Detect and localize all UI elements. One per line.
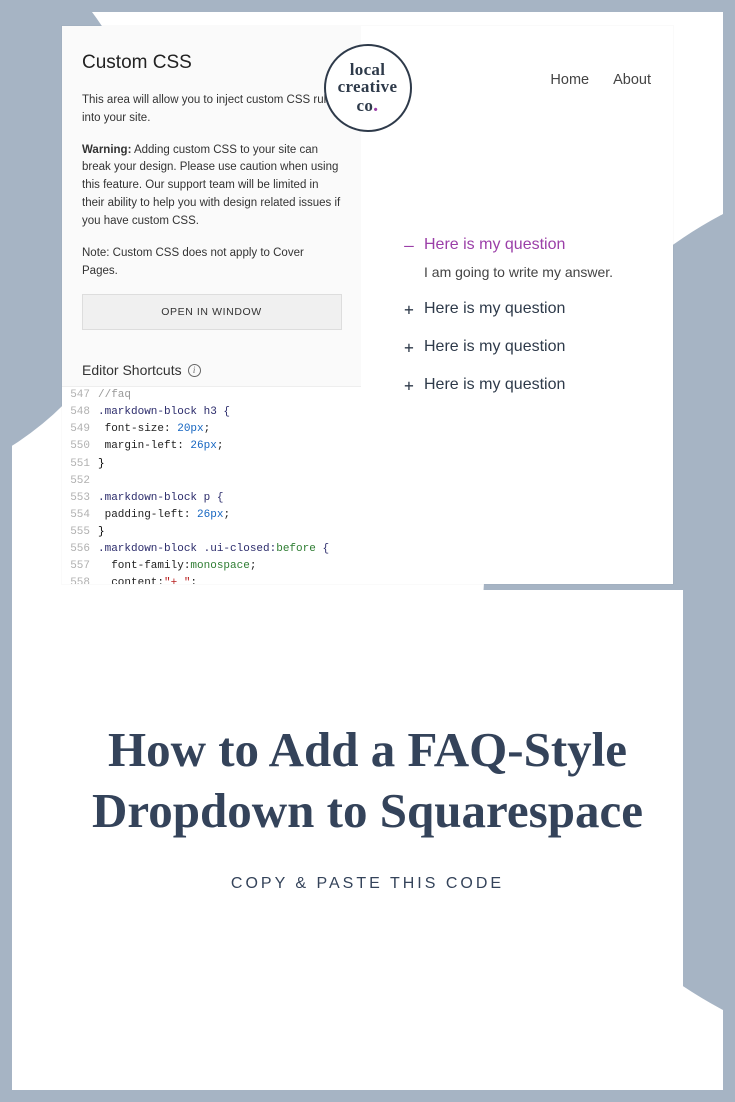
site-nav: Home About (550, 72, 651, 88)
css-panel-heading: Custom CSS (82, 52, 341, 74)
code-line: 553.markdown-block p { (62, 490, 361, 507)
faq-block: –Here is my questionI am going to write … (402, 236, 633, 414)
faq-question[interactable]: + Here is my question (402, 338, 633, 356)
css-warning-label: Warning: (82, 144, 131, 156)
screenshot-area: Custom CSS This area will allow you to i… (62, 26, 673, 584)
css-panel-warning: Warning: Adding custom CSS to your site … (82, 142, 341, 231)
plus-icon: + (402, 300, 416, 319)
logo-line2: creative (338, 78, 398, 95)
css-code-editor[interactable]: 547//faq548.markdown-block h3 {549 font-… (62, 386, 361, 584)
nav-about-link[interactable]: About (613, 72, 651, 88)
article-title: How to Add a FAQ-Style Dropdown to Squar… (82, 719, 653, 842)
site-preview: Home About –Here is my questionI am goin… (362, 26, 673, 584)
css-panel-description: This area will allow you to inject custo… (82, 92, 341, 128)
css-warning-text: Adding custom CSS to your site can break… (82, 144, 340, 227)
css-panel-note: Note: Custom CSS does not apply to Cover… (82, 245, 341, 281)
faq-question-text: Here is my question (424, 236, 565, 253)
title-card: How to Add a FAQ-Style Dropdown to Squar… (52, 590, 683, 1022)
faq-item: + Here is my question (402, 338, 633, 356)
open-in-window-button[interactable]: OPEN IN WINDOW (82, 294, 342, 330)
code-line: 549 font-size: 20px; (62, 421, 361, 438)
editor-shortcuts-row[interactable]: Editor Shortcuts i (62, 346, 361, 386)
plus-icon: + (402, 376, 416, 395)
logo-line3: co. (357, 95, 379, 115)
faq-question-text: Here is my question (424, 338, 565, 355)
nav-home-link[interactable]: Home (550, 72, 589, 88)
logo-badge: local creative co. (324, 44, 412, 132)
faq-question-text: Here is my question (424, 300, 565, 317)
faq-question[interactable]: + Here is my question (402, 376, 633, 394)
code-line: 556.markdown-block .ui-closed:before { (62, 541, 361, 558)
code-line: 555} (62, 524, 361, 541)
editor-shortcuts-label: Editor Shortcuts (82, 362, 182, 378)
code-line: 552 (62, 473, 361, 490)
code-line: 551} (62, 456, 361, 473)
code-line: 557 font-family:monospace; (62, 558, 361, 575)
faq-question[interactable]: + Here is my question (402, 300, 633, 318)
css-editor-panel: Custom CSS This area will allow you to i… (62, 26, 362, 584)
code-line: 548.markdown-block h3 { (62, 404, 361, 421)
logo-line1: local (350, 61, 386, 78)
faq-item: –Here is my question I am going to write … (402, 236, 633, 280)
info-icon: i (188, 364, 201, 377)
article-subtitle: COPY & PASTE THIS CODE (231, 875, 504, 893)
code-line: 554 padding-left: 26px; (62, 507, 361, 524)
code-line: 550 margin-left: 26px; (62, 438, 361, 455)
plus-icon: + (402, 338, 416, 357)
code-line: 547//faq (62, 387, 361, 404)
faq-question-text: Here is my question (424, 376, 565, 393)
faq-question[interactable]: –Here is my question (402, 236, 633, 254)
faq-item: + Here is my question (402, 376, 633, 394)
faq-item: + Here is my question (402, 300, 633, 318)
footer-url: LOCALCREATIVE.CO (0, 1060, 735, 1080)
code-line: 558 content:"+ "; (62, 575, 361, 584)
faq-answer: I am going to write my answer. (402, 264, 633, 280)
minus-icon: – (402, 236, 416, 255)
